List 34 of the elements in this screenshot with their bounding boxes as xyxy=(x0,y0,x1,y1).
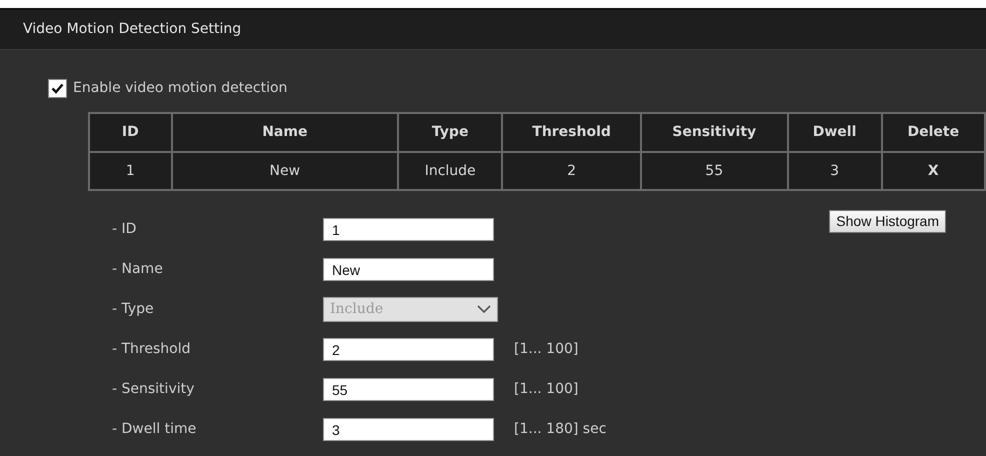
checkbox-label: Enable video motion detection xyxy=(73,79,288,98)
table-cell[interactable]: X xyxy=(882,152,985,190)
field-label: - ID xyxy=(112,220,138,239)
show-histogram-button[interactable]: Show Histogram xyxy=(829,210,946,233)
input-field[interactable]: New xyxy=(323,258,494,281)
table-cell: 55 xyxy=(640,152,788,190)
field-label: - Dwell time xyxy=(112,420,198,439)
panel-title: Video Motion Detection Setting xyxy=(23,20,242,39)
table-cell: 2 xyxy=(502,152,641,190)
range-hint: [1... 100] xyxy=(514,380,578,399)
chevron-down-icon xyxy=(477,305,491,314)
field-label: - Name xyxy=(112,260,164,279)
column-header: Type xyxy=(398,113,502,152)
field-label: - Sensitivity xyxy=(112,380,196,399)
column-header: Delete xyxy=(882,113,985,152)
range-hint: [1... 180] sec xyxy=(514,420,606,439)
column-header: Threshold xyxy=(502,113,641,152)
column-header: Dwell xyxy=(788,113,882,152)
input-field[interactable]: 55 xyxy=(323,378,494,401)
table-cell: 3 xyxy=(788,152,882,190)
checkbox[interactable] xyxy=(48,79,67,98)
field-label: - Type xyxy=(112,300,155,319)
input-field[interactable]: 3 xyxy=(323,418,494,441)
field-label: - Threshold xyxy=(112,340,192,359)
column-header: ID xyxy=(89,113,172,152)
table-cell: New xyxy=(172,152,398,190)
input-field[interactable]: 1 xyxy=(323,218,494,241)
table-cell: Include xyxy=(398,152,502,190)
input-field[interactable]: 2 xyxy=(323,338,494,361)
column-header: Name xyxy=(172,113,398,152)
checkmark-icon xyxy=(51,83,64,94)
column-header: Sensitivity xyxy=(640,113,788,152)
table-cell: 1 xyxy=(89,152,172,190)
range-hint: [1... 100] xyxy=(514,340,578,359)
